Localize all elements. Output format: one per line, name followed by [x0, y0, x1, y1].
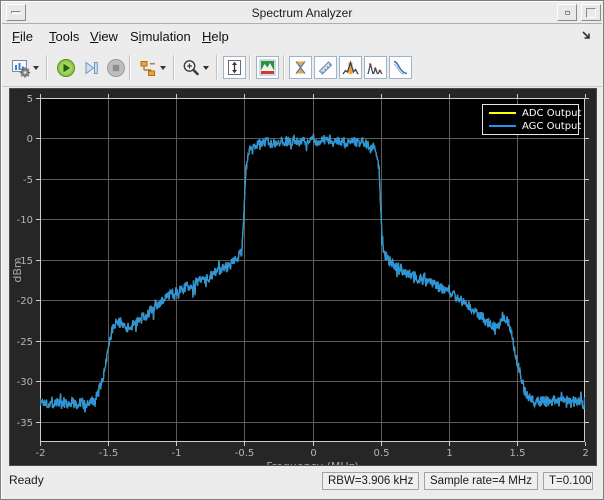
plot-panel: -2-1.5-1-0.500.511.5250-5-10-15-20-25-30…: [9, 88, 597, 466]
x-tick-label: -0.5: [235, 448, 255, 459]
legend-label-adc: ADC Output: [522, 108, 581, 119]
scope-settings-button[interactable]: [9, 56, 32, 79]
title-bar: Spectrum Analyzer: [2, 2, 602, 24]
x-tick-label: 1.5: [510, 448, 526, 459]
y-tick-label: 0: [27, 134, 33, 145]
spectrum-settings-icon: [258, 58, 277, 77]
zoom-in-button[interactable]: [179, 56, 202, 79]
spectrum-analyzer-window: Spectrum Analyzer File Tools View Simula…: [0, 0, 604, 500]
menu-help[interactable]: Help: [202, 25, 229, 48]
toolbar-separator: [216, 55, 218, 80]
x-tick-label: -1: [172, 448, 182, 459]
fit-to-view-icon: [225, 58, 244, 77]
simulation-configuration-icon: [138, 58, 158, 78]
status-bar: Ready RBW=3.906 kHz Sample rate=4 MHz T=…: [2, 467, 602, 494]
toolbar: [2, 48, 602, 87]
maximize-button[interactable]: [581, 4, 601, 21]
spectrum-plot[interactable]: -2-1.5-1-0.500.511.5250-5-10-15-20-25-30…: [10, 89, 596, 465]
run-icon: [56, 58, 76, 78]
legend-label-agc: AGC Output: [522, 121, 581, 132]
menu-file[interactable]: File: [12, 25, 33, 48]
y-tick-label: -5: [23, 175, 33, 186]
iconify-button[interactable]: [557, 4, 577, 21]
axes-background: [40, 98, 585, 442]
y-tick-label: 5: [27, 94, 33, 105]
menu-tools[interactable]: Tools: [49, 25, 79, 48]
x-tick-label: 0.5: [374, 448, 390, 459]
ccdf-measurements-button[interactable]: [389, 56, 412, 79]
stop-icon: [106, 58, 126, 78]
legend[interactable]: ADC Output AGC Output: [482, 104, 579, 135]
x-tick-label: -1.5: [99, 448, 119, 459]
simulation-configuration-dropdown[interactable]: [160, 66, 166, 70]
x-tick-label: -2: [36, 448, 46, 459]
occupied-bandwidth-icon: [341, 58, 360, 77]
toolbar-separator: [129, 55, 131, 80]
occupied-bandwidth-button[interactable]: [339, 56, 362, 79]
step-forward-button[interactable]: [79, 56, 102, 79]
window-title: Spectrum Analyzer: [2, 2, 602, 24]
x-axis-label: Frequency (MHz): [266, 460, 358, 465]
y-tick-label: -10: [17, 215, 33, 226]
x-tick-label: 0: [310, 448, 316, 459]
y-tick-label: -25: [17, 337, 33, 348]
zoom-in-icon: [181, 58, 201, 78]
maximize-icon: [586, 8, 596, 18]
y-axis-label: dBm: [11, 257, 24, 282]
fit-to-view-button[interactable]: [223, 56, 246, 79]
y-tick-label: -30: [17, 377, 33, 388]
menu-view[interactable]: View: [90, 25, 118, 48]
legend-entry-adc: ADC Output: [489, 107, 578, 119]
y-tick-label: -35: [17, 418, 33, 429]
scope-settings-dropdown[interactable]: [33, 66, 39, 70]
toolbar-separator: [46, 55, 48, 80]
step-forward-icon: [81, 58, 101, 78]
run-button[interactable]: [54, 56, 77, 79]
ccdf-measurements-icon: [391, 58, 410, 77]
legend-entry-agc: AGC Output: [489, 120, 578, 132]
y-tick-label: -20: [17, 296, 33, 307]
status-ready: Ready: [9, 473, 44, 487]
stop-button[interactable]: [104, 56, 127, 79]
x-tick-label: 1: [446, 448, 452, 459]
toolbar-separator: [173, 55, 175, 80]
adc-line-swatch: [489, 112, 516, 114]
cursor-measurements-icon: [291, 58, 310, 77]
ruler-measurements-icon: [316, 58, 335, 77]
ruler-measurements-button[interactable]: [314, 56, 337, 79]
agc-line-swatch: [489, 125, 516, 127]
status-rbw: RBW=3.906 kHz: [322, 472, 419, 490]
spectrum-settings-button[interactable]: [256, 56, 279, 79]
cursor-measurements-button[interactable]: [289, 56, 312, 79]
menu-simulation[interactable]: Simulation: [130, 25, 191, 48]
status-sample-rate: Sample rate=4 MHz: [424, 472, 538, 490]
menu-bar: File Tools View Simulation Help: [2, 25, 602, 48]
simulation-configuration-button[interactable]: [136, 56, 159, 79]
iconify-icon: [565, 11, 570, 15]
distortion-measurements-button[interactable]: [364, 56, 387, 79]
x-tick-label: 2: [582, 448, 588, 459]
menubar-arrow-icon[interactable]: [581, 30, 592, 41]
status-sim-time: T=0.100: [543, 472, 593, 490]
scope-settings-icon: [11, 58, 31, 78]
toolbar-separator: [249, 55, 251, 80]
toolbar-separator: [283, 55, 285, 80]
zoom-in-dropdown[interactable]: [203, 66, 209, 70]
distortion-measurements-icon: [366, 58, 385, 77]
